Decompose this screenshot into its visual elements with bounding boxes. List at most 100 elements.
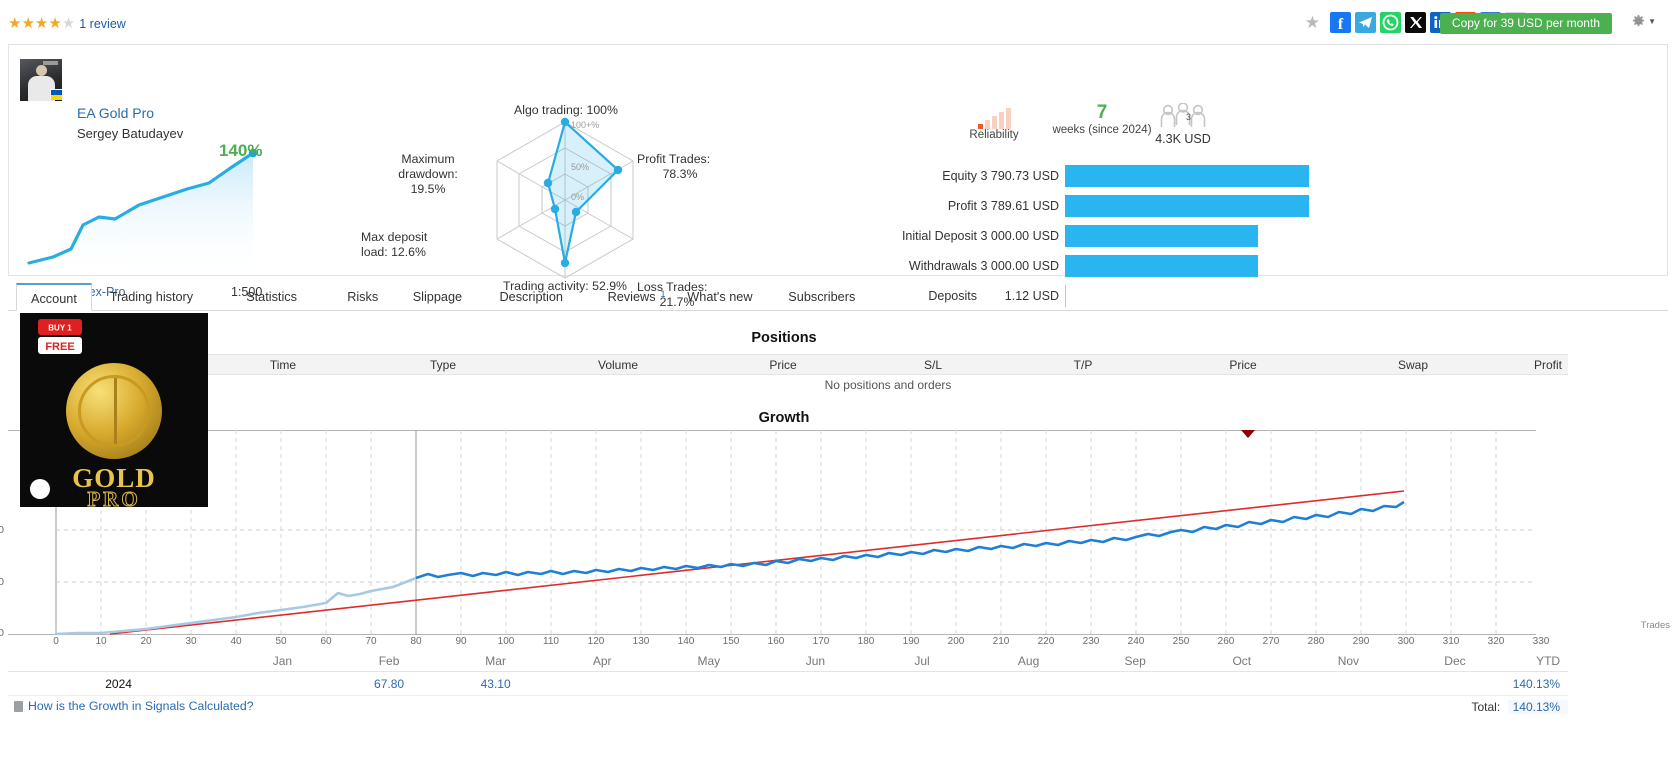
tab-trading-history[interactable]: Trading history	[96, 283, 207, 311]
buy1get1-badge-icon: BUY 1 FREE	[38, 319, 82, 355]
positions-column-header[interactable]: Type	[358, 355, 528, 374]
positions-column-header[interactable]: Price	[1158, 355, 1328, 374]
star-rating-icon: ★★★★★	[8, 16, 75, 31]
favorite-star-icon[interactable]: ★	[1305, 14, 1320, 31]
balance-row-label: Withdrawals	[869, 259, 977, 273]
growth-x-tick: 170	[813, 636, 830, 647]
radar-label-algo-trading: Algo trading: 100%	[471, 103, 661, 118]
subscribers-metric: 3 4.3K USD	[1137, 103, 1229, 146]
positions-table: TimeTypeVolumePriceS/LT/PPriceSwapProfit…	[208, 354, 1568, 397]
svg-text:FREE: FREE	[45, 341, 74, 353]
subscribers-icon: 3	[1156, 103, 1210, 129]
monthly-total-value: 140.13%	[1508, 700, 1568, 714]
positions-column-header[interactable]: Volume	[528, 355, 708, 374]
svg-text:50%: 50%	[571, 162, 589, 172]
growth-x-tick: 250	[1173, 636, 1190, 647]
monthly-row-value: 43.10	[442, 677, 549, 691]
growth-x-tick: 290	[1353, 636, 1370, 647]
growth-x-tick: 130	[633, 636, 650, 647]
growth-x-tick: 280	[1308, 636, 1325, 647]
growth-x-tick: 150	[723, 636, 740, 647]
growth-section-title: Growth	[0, 410, 1568, 426]
tab-reviews[interactable]: Reviews1	[594, 283, 670, 311]
growth-x-tick-labels: 0102030405060708090100110120130140150160…	[8, 636, 1536, 650]
growth-x-tick: 30	[185, 636, 196, 647]
growth-help-link[interactable]: How is the Growth in Signals Calculated?	[14, 699, 254, 713]
monthly-header-month: Oct	[1188, 654, 1295, 668]
tab-statistics[interactable]: Statistics	[232, 283, 311, 311]
growth-x-tick: 230	[1083, 636, 1100, 647]
svg-text:BUY 1: BUY 1	[48, 324, 72, 333]
growth-x-tick: 310	[1443, 636, 1460, 647]
growth-x-tick: 20	[140, 636, 151, 647]
balance-row-bar	[1065, 255, 1309, 277]
tab-risks[interactable]: Risks	[333, 283, 392, 311]
tab-label: Slippage	[413, 290, 462, 304]
balance-row-bar	[1065, 195, 1309, 217]
settings-gear-icon[interactable]: ▼	[1631, 14, 1656, 29]
balance-row: Profit3 789.61 USD	[869, 191, 1309, 221]
growth-x-tick: 260	[1218, 636, 1235, 647]
growth-x-tick: 50	[275, 636, 286, 647]
promo-banner-overlay[interactable]: BUY 1 FREE GOLD PRO	[20, 313, 208, 507]
ukraine-flag-icon	[50, 89, 63, 99]
balance-row-bar	[1065, 225, 1309, 247]
growth-x-tick: 120	[588, 636, 605, 647]
radar-label-profit-trades: Profit Trades:78.3%	[637, 152, 737, 182]
balance-row: Withdrawals3 000.00 USD	[869, 251, 1309, 281]
monthly-header-month: Mar	[442, 654, 549, 668]
balance-row-label: Profit	[869, 199, 977, 213]
tab-account[interactable]: Account	[16, 283, 92, 311]
growth-y-tick-50: 50.00	[0, 576, 4, 588]
telegram-icon[interactable]	[1355, 12, 1376, 33]
growth-x-tick: 40	[230, 636, 241, 647]
growth-chart: 100.00 50.00 0.00	[8, 430, 1536, 635]
facebook-icon[interactable]: f	[1330, 12, 1351, 33]
x-twitter-icon[interactable]	[1405, 12, 1426, 33]
tab-label: Subscribers	[788, 290, 855, 304]
positions-column-header[interactable]: Price	[708, 355, 858, 374]
tab-description[interactable]: Description	[486, 283, 577, 311]
balance-row: Initial Deposit3 000.00 USD	[869, 221, 1309, 251]
growth-x-tick: 60	[320, 636, 331, 647]
tab-label: Account	[31, 292, 77, 306]
reviews-count-link[interactable]: 1 review	[79, 17, 126, 31]
monthly-header-month: Jan	[229, 654, 336, 668]
growth-x-tick: 300	[1398, 636, 1415, 647]
tab-label: Risks	[347, 290, 378, 304]
mini-growth-chart: 140%	[23, 145, 259, 277]
growth-x-tick: 10	[95, 636, 106, 647]
growth-x-tick: 210	[993, 636, 1010, 647]
tab-subscribers[interactable]: Subscribers	[774, 283, 869, 311]
growth-x-tick: 180	[858, 636, 875, 647]
growth-percent-label: 140%	[219, 141, 262, 161]
gold-ball-graphic	[66, 363, 162, 459]
tab-label: Trading history	[110, 290, 193, 304]
tab-label: What's new	[687, 290, 752, 304]
svg-text:100+%: 100+%	[571, 120, 599, 130]
signal-title-link[interactable]: EA Gold Pro	[77, 105, 154, 121]
growth-help-label: How is the Growth in Signals Calculated?	[28, 699, 254, 713]
positions-column-header[interactable]: Profit	[1498, 355, 1568, 374]
monthly-header-month: Apr	[549, 654, 656, 668]
balance-row-value: 3 000.00 USD	[977, 229, 1065, 243]
monthly-header-month: Feb	[336, 654, 443, 668]
positions-column-header[interactable]: T/P	[1008, 355, 1158, 374]
positions-column-header[interactable]: Time	[208, 355, 358, 374]
monthly-table-header: JanFebMarAprMayJunJulAugSepOctNovDecYTD	[8, 650, 1568, 672]
monthly-total-label: Total:	[1402, 700, 1509, 714]
svg-text:f: f	[1338, 16, 1344, 33]
growth-x-tick: 80	[410, 636, 421, 647]
growth-x-tick: 140	[678, 636, 695, 647]
whatsapp-icon[interactable]	[1380, 12, 1401, 33]
tab-label: Reviews	[608, 290, 656, 304]
rating-block: ★★★★★ 1 review	[8, 16, 126, 31]
tab-what-s-new[interactable]: What's new	[673, 283, 766, 311]
positions-column-header[interactable]: Swap	[1328, 355, 1498, 374]
copy-subscribe-button[interactable]: Copy for 39 USD per month	[1440, 13, 1612, 34]
chart-marker-triangle	[1241, 430, 1255, 438]
positions-column-header[interactable]: S/L	[858, 355, 1008, 374]
signal-author: Sergey Batudayev	[77, 126, 183, 141]
balance-row-label: Equity	[869, 169, 977, 183]
tab-slippage[interactable]: Slippage	[399, 283, 476, 311]
